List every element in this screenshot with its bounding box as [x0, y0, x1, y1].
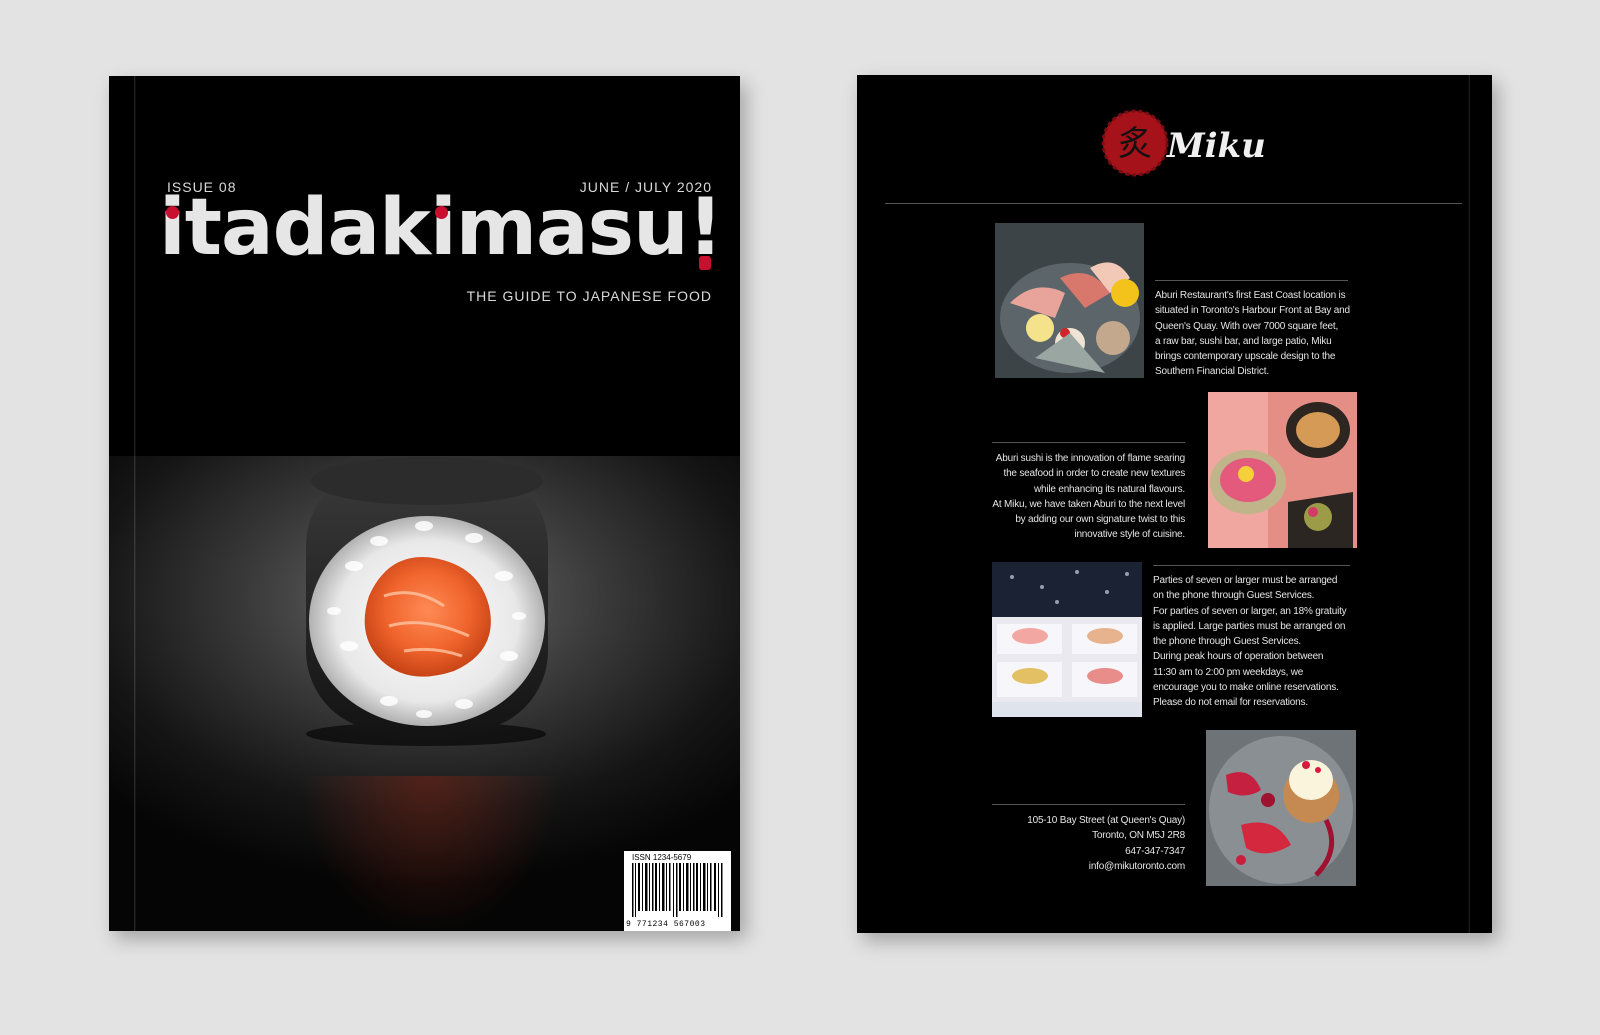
intro-line: Aburi Restaurant's first East Coast loca…	[1155, 290, 1346, 301]
reservation-paragraph: Parties of seven or larger must be arran…	[1153, 573, 1347, 711]
reservation-line: the phone through Guest Services.	[1153, 636, 1301, 648]
header-divider	[885, 203, 1462, 204]
nigiri-photo	[992, 562, 1142, 717]
reservation-line: During peak hours of operation between	[1153, 651, 1324, 663]
miku-logo: 炙 Miku	[1101, 109, 1266, 177]
rule-1	[1155, 280, 1348, 281]
reservation-line: is applied. Large parties must be arrang…	[1153, 620, 1346, 632]
intro-line: Southern Financial District.	[1155, 366, 1269, 378]
aburi-line: while enhancing its natural flavours.	[1033, 483, 1185, 495]
reservation-line: Please do not email for reservations.	[1153, 697, 1308, 709]
intro-line: Queen's Quay. With over 7000 square feet…	[1155, 320, 1339, 332]
barcode-digits: 9 771234 567003	[626, 920, 706, 929]
intro-line: a raw bar, sushi bar, and large patio, M…	[1155, 335, 1332, 347]
sushi-roll-image	[306, 457, 548, 746]
barcode: ISSN 1234-5679 9 771234 567003	[624, 851, 731, 931]
cover-spine-edge	[134, 76, 136, 931]
aburi-line: by adding our own signature twist to thi…	[1015, 514, 1185, 526]
magazine-title: itadakimasu!	[159, 183, 723, 273]
issn-label: ISSN 1234-5679	[632, 853, 692, 862]
intro-line: situated in Toronto's Harbour Front at B…	[1155, 305, 1350, 317]
intro-paragraph: Aburi Restaurant's first East Coast loca…	[1155, 288, 1350, 380]
intro-line: brings contemporary upscale design to th…	[1155, 351, 1336, 363]
back-spine-edge	[1468, 75, 1470, 933]
address-phone: 647-347-7347	[1125, 845, 1185, 857]
address-email: info@mikutoronto.com	[1088, 860, 1185, 872]
aburi-line: Aburi sushi is the innovation of flame s…	[995, 453, 1185, 464]
rule-4	[992, 804, 1185, 805]
magazine-tagline: THE GUIDE TO JAPANESE FOOD	[466, 288, 712, 304]
rule-2	[992, 442, 1185, 443]
dessert-photo	[1206, 730, 1356, 886]
logo-kanji: 炙	[1118, 124, 1152, 164]
magazine-back-page: 炙 Miku Aburi Restaurant's first East Coa…	[857, 75, 1492, 933]
sashimi-photo	[995, 223, 1144, 378]
title-dot-i1	[166, 206, 179, 219]
bento-photo	[1208, 392, 1357, 548]
address-city: Toronto, ON M5J 2R8	[1092, 830, 1185, 842]
logo-wordmark: Miku	[1166, 126, 1266, 166]
reservation-line: encourage you to make online reservation…	[1153, 682, 1339, 694]
aburi-line: the seafood in order to create new textu…	[1003, 468, 1185, 480]
reservation-line: Parties of seven or larger must be arran…	[1153, 575, 1338, 586]
magazine-front-cover: ISSUE 08 JUNE / JULY 2020 itadakimasu! T…	[109, 76, 740, 931]
reservation-line: For parties of seven or larger, an 18% g…	[1153, 605, 1347, 617]
address-block: 105-10 Bay Street (at Queen's Quay) Toro…	[992, 813, 1185, 874]
reservation-line: 11:30 am to 2:00 pm weekdays, we	[1153, 666, 1304, 678]
aburi-line: innovative style of cuisine.	[1074, 529, 1185, 541]
title-exclamation-dot	[699, 256, 711, 270]
title-dot-i2	[435, 206, 448, 219]
address-street: 105-10 Bay Street (at Queen's Quay)	[1027, 815, 1185, 826]
barcode-bars	[632, 863, 723, 917]
rule-3	[1153, 565, 1350, 566]
reservation-line: on the phone through Guest Services.	[1153, 590, 1315, 602]
aburi-line: At Miku, we have taken Aburi to the next…	[992, 498, 1185, 510]
aburi-paragraph: Aburi sushi is the innovation of flame s…	[992, 451, 1185, 543]
